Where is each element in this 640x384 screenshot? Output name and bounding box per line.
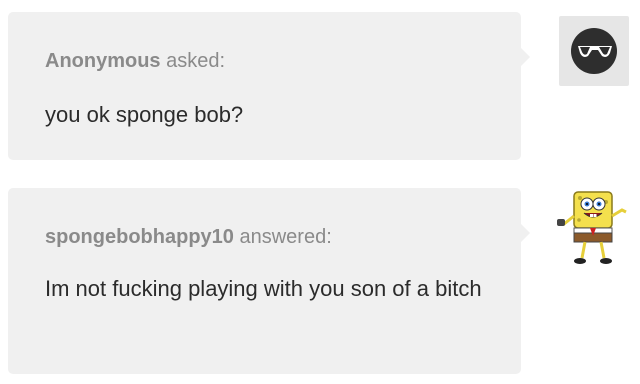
answer-header: spongebobhappy10 answered: (45, 225, 501, 249)
answerer-name[interactable]: spongebobhappy10 (45, 226, 234, 248)
spongebob-icon (557, 191, 627, 264)
anonymous-sunglasses-icon (571, 28, 617, 74)
question-text: you ok sponge bob? (45, 102, 244, 127)
question-bubble: Anonymous asked: you ok sponge bob? (8, 12, 530, 160)
anonymous-avatar[interactable] (559, 16, 629, 86)
spongebob-avatar[interactable] (552, 186, 634, 268)
answered-label: answered: (239, 226, 332, 248)
asked-label: asked: (166, 50, 226, 72)
asker-name: Anonymous (45, 50, 161, 72)
ask-thread: Anonymous asked: you ok sponge bob? spon… (0, 0, 640, 384)
answer-text: Im not fucking playing with you son of a… (45, 276, 482, 301)
answer-bubble: spongebobhappy10 answered: Im not fuckin… (8, 188, 530, 374)
question-header: Anonymous asked: (45, 49, 501, 73)
